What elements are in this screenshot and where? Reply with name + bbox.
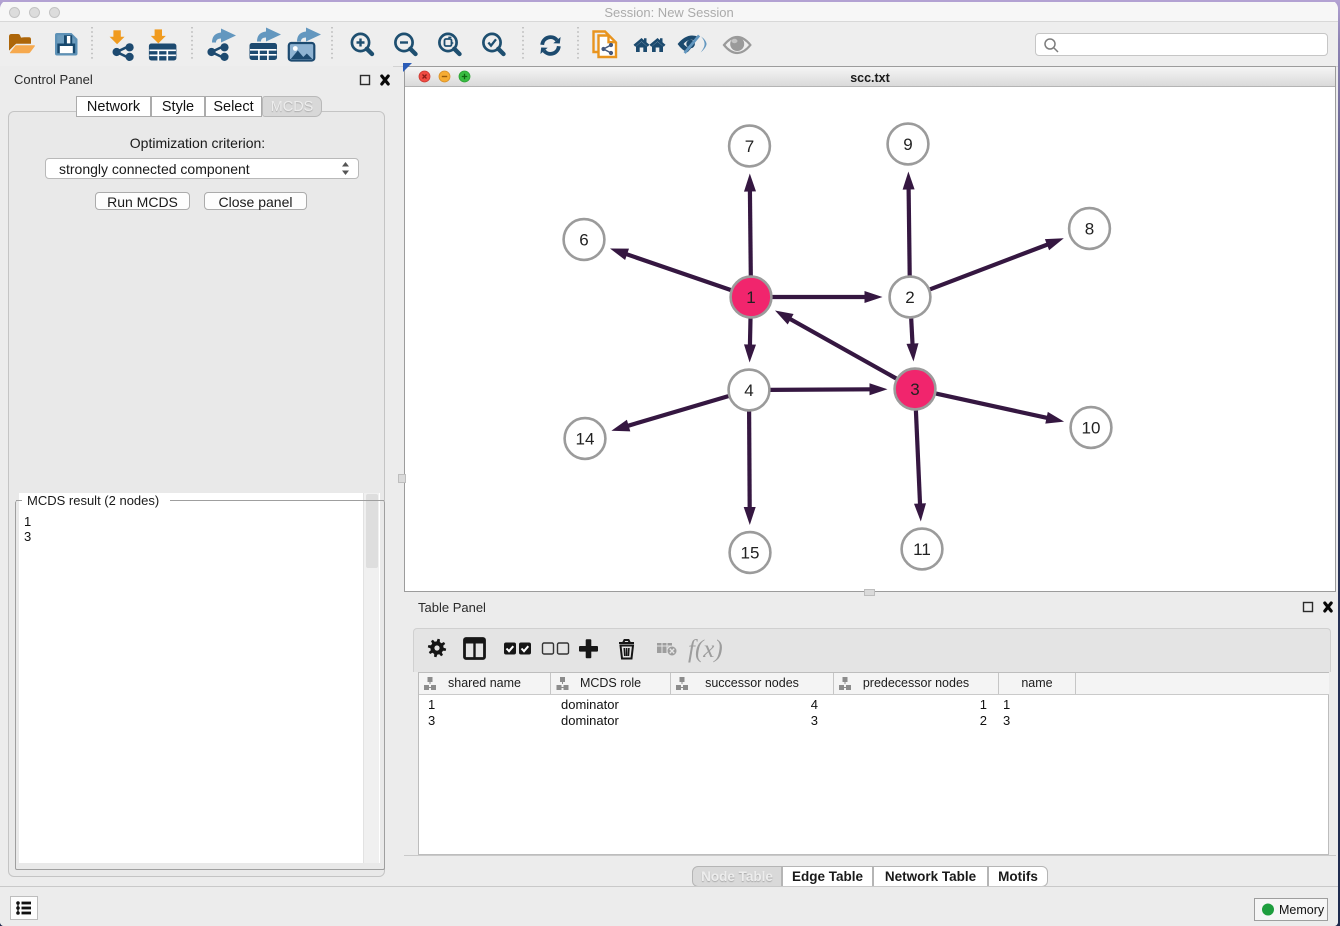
svg-text:f(x): f(x) [688, 636, 723, 663]
svg-text:14: 14 [576, 430, 595, 449]
svg-text:4: 4 [744, 381, 753, 400]
svg-text:11: 11 [913, 540, 931, 559]
svg-text:7: 7 [745, 137, 754, 156]
svg-text:10: 10 [1082, 419, 1101, 438]
svg-text:9: 9 [903, 135, 912, 154]
svg-text:3: 3 [910, 380, 919, 399]
svg-text:8: 8 [1085, 220, 1094, 239]
svg-text:15: 15 [741, 544, 760, 563]
svg-text:6: 6 [579, 231, 588, 250]
svg-text:1: 1 [746, 288, 755, 307]
svg-text:Memory: Memory [1279, 903, 1325, 917]
svg-text:2: 2 [905, 288, 914, 307]
